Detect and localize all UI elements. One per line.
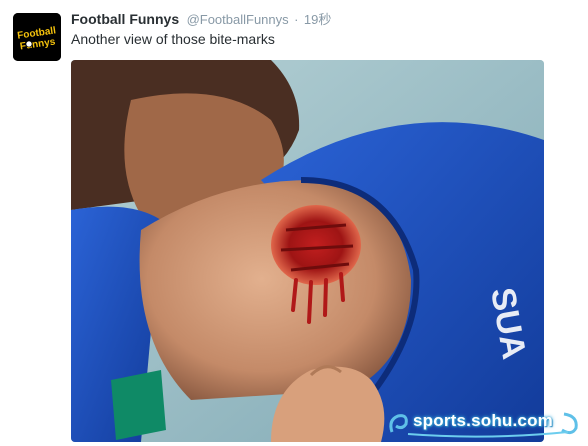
avatar[interactable]: Football Funnys bbox=[13, 13, 61, 61]
username-handle[interactable]: @FootballFunnys bbox=[187, 12, 289, 27]
watermark-text: sports.sohu.com bbox=[413, 411, 553, 430]
sohu-watermark: sports.sohu.com bbox=[386, 406, 582, 438]
tweet-header: Football Funnys @FootballFunnys · 19秒 bbox=[71, 10, 331, 29]
tweet-text: Another view of those bite-marks bbox=[71, 31, 275, 47]
football-funnys-logo: Football Funnys bbox=[13, 13, 61, 61]
tweet-media-image[interactable]: SUA bbox=[71, 60, 544, 442]
display-name[interactable]: Football Funnys bbox=[71, 11, 179, 27]
shoulder-photo: SUA bbox=[71, 60, 544, 442]
timestamp[interactable]: 19秒 bbox=[304, 12, 331, 27]
tweet-card: Football Funnys Football Funnys @Footbal… bbox=[0, 0, 588, 446]
separator-dot: · bbox=[294, 12, 299, 27]
